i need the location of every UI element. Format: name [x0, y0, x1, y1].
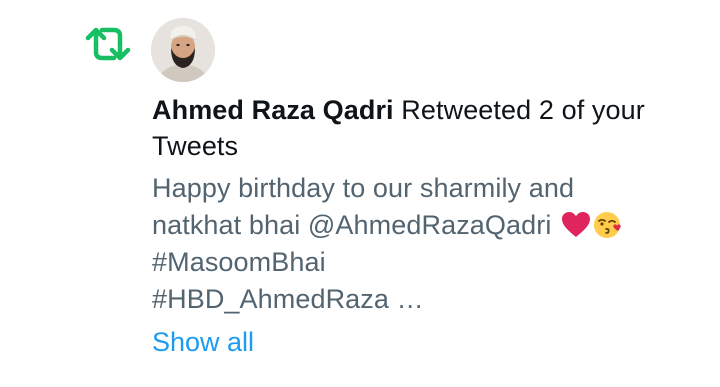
tweet-line-4: #HBD_AhmedRaza …	[152, 284, 424, 314]
avatar[interactable]	[151, 18, 215, 82]
actor-name[interactable]: Ahmed Raza Qadri	[152, 95, 394, 125]
notification-content: Ahmed Raza Qadri Retweeted 2 of your Twe…	[152, 92, 692, 360]
face-blowing-kiss-emoji	[594, 212, 621, 238]
tweet-line-3: #MasoomBhai	[152, 247, 326, 277]
retweet-notification[interactable]: Ahmed Raza Qadri Retweeted 2 of your Twe…	[0, 0, 720, 387]
notification-headline: Ahmed Raza Qadri Retweeted 2 of your Twe…	[152, 92, 692, 164]
avatar-portrait	[151, 18, 215, 82]
tweet-preview[interactable]: Happy birthday to our sharmily and natkh…	[152, 170, 692, 318]
tweet-line-2: natkhat bhai @AhmedRazaQadri	[152, 207, 692, 244]
red-heart-emoji	[562, 212, 591, 237]
retweet-icon	[85, 27, 131, 61]
show-all-link[interactable]: Show all	[152, 324, 254, 360]
tweet-line-1: Happy birthday to our sharmily and	[152, 173, 575, 203]
tweet-line-2-text: natkhat bhai @AhmedRazaQadri	[152, 210, 560, 240]
